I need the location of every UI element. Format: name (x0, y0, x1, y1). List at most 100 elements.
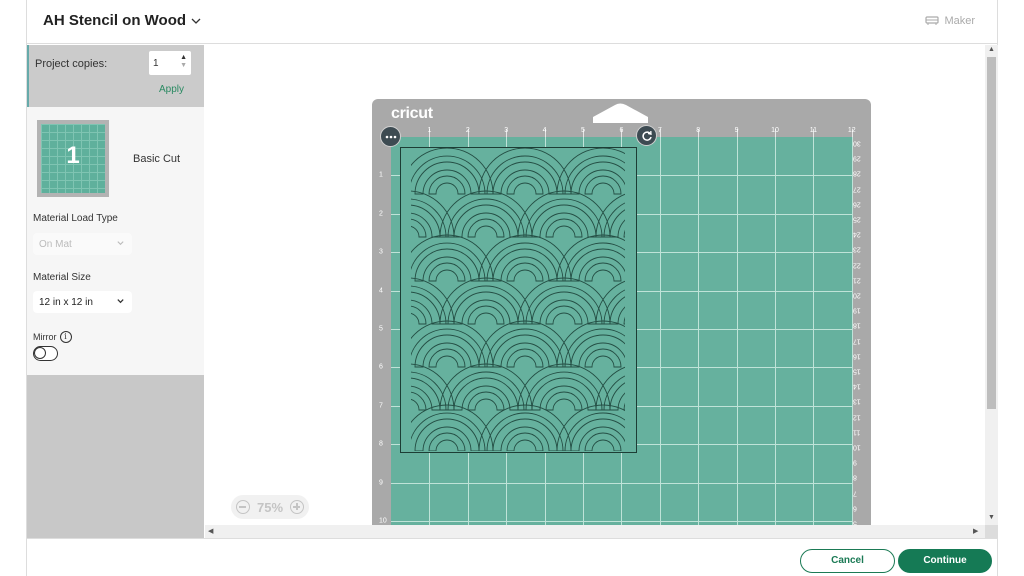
grid-line-horizontal (391, 482, 852, 484)
ruler-label-left: 1 (379, 171, 383, 179)
increment-icon[interactable]: ▲ (180, 54, 187, 62)
continue-button[interactable]: Continue (898, 549, 992, 573)
copies-stepper[interactable]: 1 ▲ ▼ (149, 51, 191, 75)
ruler-label-right: 26 (853, 200, 861, 208)
arc-band (531, 377, 597, 411)
arc-band (570, 161, 625, 195)
arc-band (428, 175, 466, 195)
mat-number: 1 (66, 142, 80, 169)
horizontal-scrollbar[interactable]: ◀ ▶ (205, 525, 985, 538)
ruler-label-top: 2 (465, 127, 470, 134)
apply-button[interactable]: Apply (159, 84, 184, 95)
scroll-left-icon[interactable]: ◀ (208, 527, 213, 535)
arc-band (492, 161, 558, 195)
more-options-button[interactable] (380, 126, 401, 147)
project-title: AH Stencil on Wood (43, 12, 187, 29)
machine-label: Maker (944, 15, 975, 27)
arc-band (411, 305, 427, 325)
vertical-scrollbar[interactable]: ▲ ▼ (985, 45, 998, 525)
ruler-label-right: 6 (853, 504, 857, 512)
arc-band (623, 316, 625, 325)
ruler-label-left: 4 (379, 287, 383, 295)
arc-band (570, 334, 625, 368)
scroll-right-icon[interactable]: ▶ (973, 527, 978, 535)
chevron-down-icon (117, 299, 124, 304)
material-size-value: 12 in x 12 in (39, 297, 93, 308)
arc-band (467, 391, 505, 411)
ruler-label-top: 3 (504, 127, 509, 134)
arc-band (584, 432, 622, 451)
ruler-label-top: 12 (847, 127, 856, 134)
material-size-select[interactable]: 12 in x 12 in (33, 291, 132, 313)
decrement-icon[interactable]: ▼ (180, 62, 187, 70)
scroll-up-icon[interactable]: ▲ (988, 46, 995, 53)
ruler-label-top: 11 (809, 127, 818, 134)
ruler-label-top: 9 (734, 127, 739, 134)
cancel-button[interactable]: Cancel (800, 549, 895, 573)
arc-band (570, 418, 625, 451)
mirror-row: Mirror i (33, 331, 72, 343)
ruler-label-top: 7 (657, 127, 662, 134)
arc-band (506, 175, 544, 195)
mat-notch-shape (593, 103, 648, 123)
scroll-down-icon[interactable]: ▼ (988, 514, 995, 521)
ruler-label-right: 24 (853, 230, 861, 238)
arc-band (414, 248, 480, 282)
ruler-label-right: 18 (853, 321, 861, 329)
arc-band (411, 391, 427, 411)
project-title-dropdown[interactable]: AH Stencil on Wood (43, 12, 202, 29)
zoom-out-icon[interactable] (236, 500, 250, 514)
arc-band (506, 432, 544, 451)
arc-band (531, 204, 597, 238)
arc-band (414, 334, 480, 368)
grid-line-horizontal (391, 521, 852, 522)
grid-line-vertical (659, 137, 661, 525)
scrollbar-thumb[interactable] (987, 57, 996, 409)
grid-line-vertical (851, 137, 853, 525)
material-size-label: Material Size (33, 272, 91, 283)
ruler-label-right: 12 (853, 413, 861, 421)
grid-line-vertical (698, 137, 700, 525)
copies-value: 1 (153, 58, 159, 69)
copies-label: Project copies: (35, 58, 108, 70)
ruler-label-right: 25 (853, 215, 861, 223)
ruler-label-right: 11 (853, 428, 861, 436)
project-copies-section: Project copies: 1 ▲ ▼ Apply (27, 45, 204, 107)
ruler-label-top: 4 (542, 127, 547, 134)
ruler-label-right: 20 (853, 291, 861, 299)
arc-band (414, 418, 480, 451)
load-type-select[interactable]: On Mat (33, 233, 132, 255)
ruler-label-left: 10 (379, 517, 387, 525)
ruler-label-right: 27 (853, 185, 861, 193)
mat-settings-panel: 1 Basic Cut Material Load Type On Mat Ma… (27, 107, 204, 375)
arc-band (531, 291, 597, 325)
arc-band (411, 218, 427, 238)
ruler-label-left: 7 (379, 402, 383, 410)
grid-line-vertical (736, 137, 738, 525)
stencil-design[interactable] (400, 147, 637, 453)
zoom-in-icon[interactable] (290, 500, 304, 514)
more-dots-icon (385, 135, 396, 138)
rotate-icon (641, 130, 652, 141)
machine-indicator[interactable]: Maker (925, 15, 975, 27)
mat-thumbnail[interactable]: 1 (37, 120, 109, 197)
mirror-label: Mirror (33, 332, 57, 342)
stepper-arrows[interactable]: ▲ ▼ (180, 54, 187, 70)
rotate-button[interactable] (636, 125, 657, 146)
grid-line-vertical (813, 137, 815, 525)
mat-brand-logo: cricut (391, 105, 433, 122)
ruler-label-right: 16 (853, 352, 861, 360)
ruler-label-right: 22 (853, 261, 861, 269)
arc-band (609, 209, 625, 238)
ruler-label-left: 8 (379, 440, 383, 448)
arc-band (492, 418, 558, 451)
load-type-value: On Mat (39, 239, 72, 250)
scrollbar-corner (985, 525, 998, 538)
mirror-toggle[interactable] (33, 346, 58, 361)
arc-band (453, 377, 519, 411)
arc-band (623, 402, 625, 411)
info-icon[interactable]: i (59, 331, 72, 343)
arc-pattern (411, 148, 625, 451)
zoom-level: 75% (256, 499, 284, 515)
ruler-label-top: 10 (771, 127, 779, 134)
